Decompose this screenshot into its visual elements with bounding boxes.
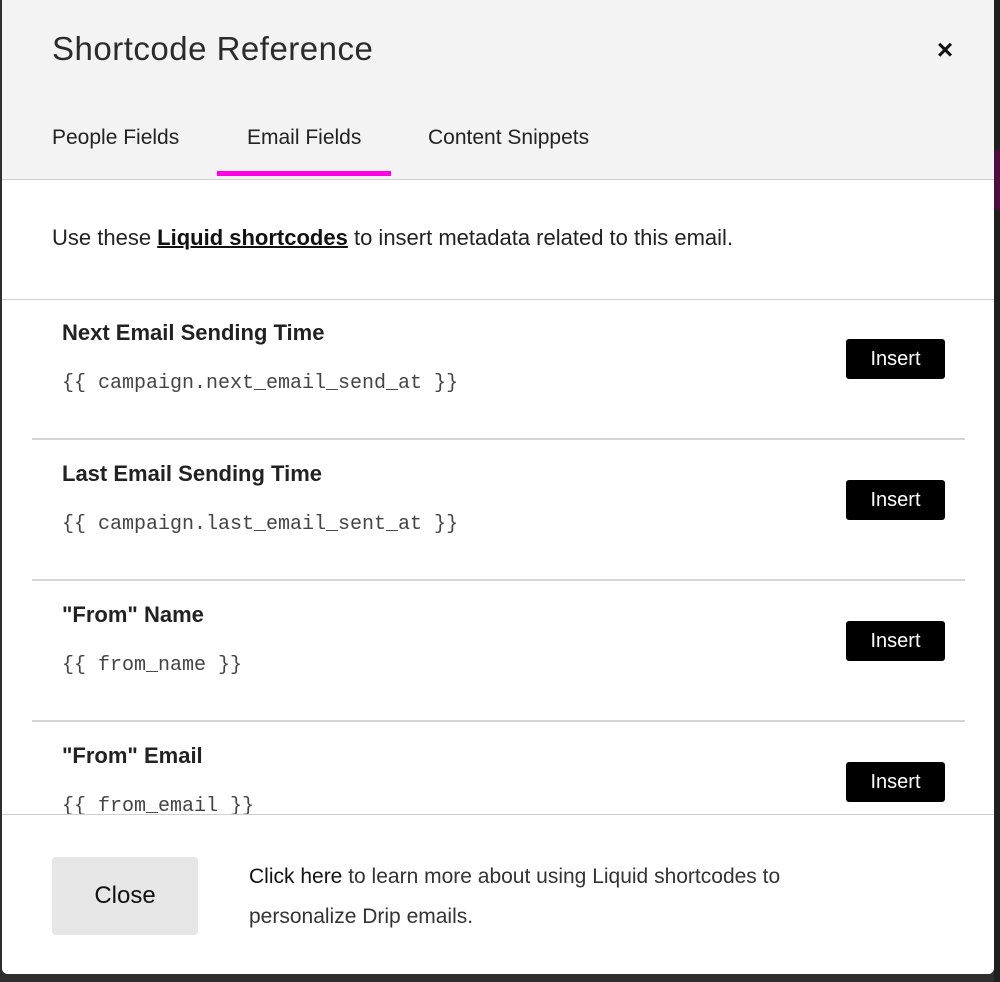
footer-help-text: Click here to learn more about using Liq… xyxy=(249,857,889,937)
item-title: Next Email Sending Time xyxy=(62,320,325,345)
tab-email-fields[interactable]: Email Fields xyxy=(216,126,392,176)
insert-button[interactable]: Insert xyxy=(846,621,945,661)
shortcode-reference-modal: Shortcode Reference × People Fields Emai… xyxy=(2,0,994,974)
item-title: Last Email Sending Time xyxy=(62,461,322,486)
divider xyxy=(32,720,965,722)
shortcode-list[interactable]: Next Email Sending Time {{ campaign.next… xyxy=(2,300,994,814)
tab-people-fields[interactable]: People Fields xyxy=(52,126,179,150)
intro-text: Use these Liquid shortcodes to insert me… xyxy=(52,225,733,251)
click-here-link[interactable]: Click here xyxy=(249,865,342,888)
background-accent xyxy=(994,150,1000,210)
close-icon[interactable]: × xyxy=(930,33,960,67)
insert-button[interactable]: Insert xyxy=(846,480,945,520)
list-item: "From" Name {{ from_name }} Insert xyxy=(32,582,965,722)
background-page xyxy=(994,0,1000,982)
divider xyxy=(32,438,965,440)
intro-after: to insert metadata related to this email… xyxy=(347,225,734,250)
modal-footer: Close Click here to learn more about usi… xyxy=(2,814,994,974)
list-item: Last Email Sending Time {{ campaign.last… xyxy=(32,441,965,581)
tab-bar: People Fields Email Fields Content Snipp… xyxy=(2,118,994,179)
item-code: {{ from_email }} xyxy=(62,795,255,814)
list-item: Next Email Sending Time {{ campaign.next… xyxy=(32,300,965,440)
modal-title: Shortcode Reference xyxy=(52,30,374,67)
insert-button[interactable]: Insert xyxy=(846,762,945,802)
liquid-shortcodes-link[interactable]: Liquid shortcodes xyxy=(157,225,348,250)
tab-content-snippets[interactable]: Content Snippets xyxy=(428,126,589,150)
item-title: "From" Email xyxy=(62,743,203,768)
close-button[interactable]: Close xyxy=(52,857,198,935)
item-title: "From" Name xyxy=(62,602,204,627)
intro-before: Use these xyxy=(52,225,158,250)
item-code: {{ campaign.last_email_sent_at }} xyxy=(62,513,459,536)
item-code: {{ from_name }} xyxy=(62,654,243,677)
insert-button[interactable]: Insert xyxy=(846,339,945,379)
divider xyxy=(32,579,965,581)
list-item: "From" Email {{ from_email }} Insert xyxy=(32,723,965,814)
modal-header: Shortcode Reference × People Fields Emai… xyxy=(2,0,994,180)
item-code: {{ campaign.next_email_send_at }} xyxy=(62,372,459,395)
